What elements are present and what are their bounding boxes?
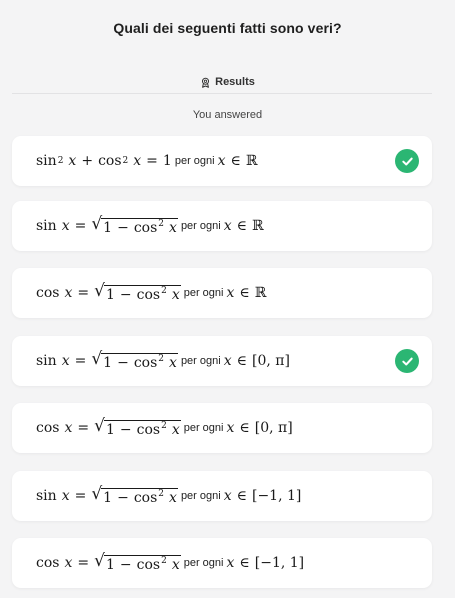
option-formula: cos x = √ 1− cos2 x per ogni x ∈ [−1, 1] [36, 551, 305, 574]
award-icon [202, 77, 210, 88]
option-card[interactable]: sin x = √ 1− cos2 x per ogni x ∈ [0, π] [12, 336, 432, 386]
answered-label: You answered [192, 109, 263, 121]
option-domain: ℝ [251, 218, 264, 234]
option-domain: [0, π] [251, 353, 290, 369]
option-card[interactable]: cos x = √ 1− cos2 x per ogni x ∈ ℝ [12, 268, 432, 318]
option-domain: ℝ [254, 285, 267, 301]
results-header: Results [0, 76, 455, 88]
option-domain: ℝ [245, 153, 258, 169]
results-label: Results [215, 76, 255, 88]
option-card[interactable]: sin 2 x + cos 2 x = 1 per ogni x ∈ ℝ [12, 136, 432, 186]
option-formula: sin x = √ 1− cos2 x per ogni x ∈ ℝ [36, 214, 264, 237]
option-formula: sin x = √ 1− cos2 x per ogni x ∈ [−1, 1] [36, 484, 302, 507]
option-formula: cos x = √ 1− cos2 x per ogni x ∈ ℝ [36, 281, 267, 304]
divider [12, 93, 432, 94]
question-title: Quali dei seguenti fatti sono veri? [113, 20, 342, 36]
option-card[interactable]: sin x = √ 1− cos2 x per ogni x ∈ [−1, 1] [12, 471, 432, 521]
quiz-results-page: Quali dei seguenti fatti sono veri? Resu… [0, 0, 455, 598]
option-formula: cos x = √ 1− cos2 x per ogni x ∈ [0, π] [36, 416, 293, 439]
option-card[interactable]: sin x = √ 1− cos2 x per ogni x ∈ ℝ [12, 201, 432, 251]
option-domain: [−1, 1] [254, 555, 305, 571]
option-formula: sin x = √ 1− cos2 x per ogni x ∈ [0, π] [36, 349, 290, 372]
option-domain: [−1, 1] [251, 488, 302, 504]
correct-check-icon [395, 349, 419, 373]
option-card[interactable]: cos x = √ 1− cos2 x per ogni x ∈ [−1, 1] [12, 538, 432, 588]
correct-check-icon [395, 149, 419, 173]
option-domain: [0, π] [254, 420, 293, 436]
option-formula: sin 2 x + cos 2 x = 1 per ogni x ∈ ℝ [36, 153, 258, 169]
option-card[interactable]: cos x = √ 1− cos2 x per ogni x ∈ [0, π] [12, 403, 432, 453]
